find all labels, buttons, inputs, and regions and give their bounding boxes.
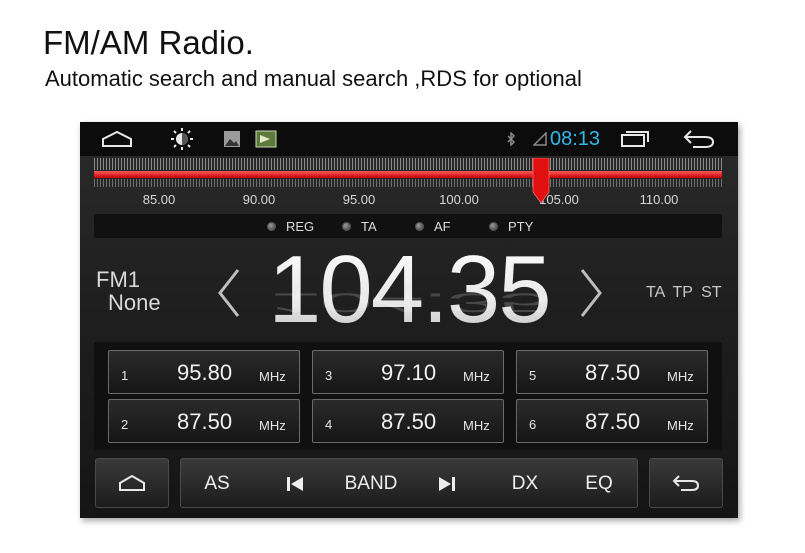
ta-label: TA (361, 218, 377, 234)
preset-number: 3 (325, 368, 333, 383)
current-frequency: 104.35 (268, 236, 552, 343)
scale-label: 100.00 (439, 192, 479, 207)
seek-next-button[interactable] (427, 459, 467, 509)
tuning-needle[interactable] (532, 158, 550, 204)
back-icon[interactable] (680, 122, 718, 156)
page-subheadline: Automatic search and manual search ,RDS … (45, 66, 582, 91)
radio-screen: 08:13 85.00 90.00 95.00 100.00 105.00 11… (80, 122, 738, 518)
dx-button[interactable]: DX (503, 459, 547, 509)
radio-control-bar: AS BAND DX EQ (180, 458, 638, 508)
scale-label: 95.00 (342, 192, 376, 207)
page-headline: FM/AM Radio. (43, 24, 254, 61)
preset-unit: MHz (463, 369, 490, 384)
preset-number: 1 (121, 368, 129, 383)
preset-frequency: 87.50 (381, 409, 437, 434)
preset-button-3[interactable]: 3 97.10 MHz (312, 350, 504, 394)
seek-previous-button[interactable] (275, 459, 315, 509)
back-icon (672, 475, 700, 491)
eq-button[interactable]: EQ (577, 459, 621, 509)
scale-ticks-top (94, 158, 722, 170)
scale-label: 90.00 (242, 192, 276, 207)
station-name: None (108, 290, 161, 315)
bluetooth-icon (504, 122, 518, 156)
preset-unit: MHz (259, 369, 286, 384)
scale-red-line (94, 171, 722, 178)
back-button[interactable] (649, 458, 723, 508)
brightness-icon[interactable] (168, 122, 196, 156)
ta-toggle[interactable]: TA (342, 218, 377, 234)
pty-label: PTY (508, 218, 534, 234)
auto-search-button[interactable]: AS (195, 459, 239, 509)
preset-frequency: 87.50 (585, 409, 641, 434)
home-outline-icon (119, 474, 145, 491)
scale-ticks-bottom (94, 179, 722, 187)
preset-unit: MHz (667, 369, 694, 384)
preset-button-4[interactable]: 4 87.50 MHz (312, 399, 504, 443)
scale-label: 110.00 (639, 192, 679, 207)
radio-dot-icon (415, 221, 424, 231)
preset-grid: 1 95.80 MHz 3 97.10 MHz 5 87.50 MHz 2 87… (94, 342, 722, 450)
home-button[interactable] (95, 458, 169, 508)
recent-apps-icon[interactable] (618, 122, 652, 156)
preset-number: 4 (325, 417, 333, 432)
screenshot-icon[interactable] (254, 122, 278, 156)
preset-number: 5 (529, 368, 537, 383)
radio-dot-icon (342, 221, 351, 231)
radio-dot-icon (489, 221, 498, 231)
signal-icon (532, 122, 548, 156)
preset-number: 2 (121, 417, 129, 432)
chevron-left-icon[interactable] (214, 268, 244, 318)
clock-time: 08:13 (550, 128, 601, 150)
preset-frequency: 95.80 (177, 360, 233, 385)
preset-frequency: 87.50 (177, 409, 233, 434)
tuner-scale[interactable]: 85.00 90.00 95.00 100.00 105.00 110.00 (94, 158, 722, 210)
band-button[interactable]: BAND (333, 459, 409, 509)
preset-frequency: 97.10 (381, 360, 437, 385)
reg-label: REG (286, 218, 315, 234)
reg-toggle[interactable]: REG (267, 218, 314, 234)
skip-next-icon (439, 477, 455, 491)
preset-button-2[interactable]: 2 87.50 MHz (108, 399, 300, 443)
image-icon[interactable] (222, 122, 242, 156)
pty-toggle[interactable]: PTY (489, 218, 533, 234)
af-label: AF (434, 218, 451, 234)
af-toggle[interactable]: AF (415, 218, 451, 234)
status-bar: 08:13 (80, 122, 738, 156)
preset-unit: MHz (667, 418, 694, 433)
preset-number: 6 (529, 417, 537, 432)
band-name: FM1 (96, 267, 140, 292)
preset-button-1[interactable]: 1 95.80 MHz (108, 350, 300, 394)
rds-status-flags: TA TP ST (646, 284, 722, 301)
skip-previous-icon (287, 477, 303, 491)
preset-button-5[interactable]: 5 87.50 MHz (516, 350, 708, 394)
radio-dot-icon (267, 221, 276, 231)
preset-frequency: 87.50 (585, 360, 641, 385)
preset-unit: MHz (259, 418, 286, 433)
preset-unit: MHz (463, 418, 490, 433)
chevron-right-icon[interactable] (576, 268, 606, 318)
preset-button-6[interactable]: 6 87.50 MHz (516, 399, 708, 443)
home-outline-icon[interactable] (100, 122, 134, 156)
scale-label: 85.00 (142, 192, 176, 207)
